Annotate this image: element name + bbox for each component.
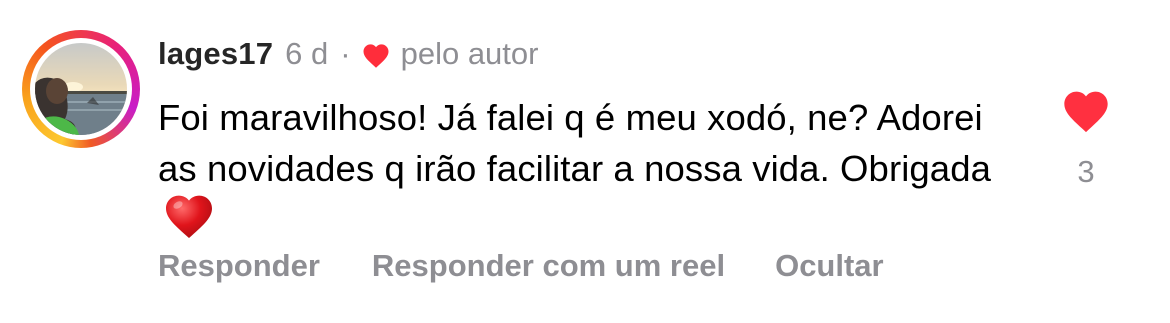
heart-filled-icon[interactable]	[1060, 86, 1112, 134]
comment-actions: Responder Responder com um reel Ocultar	[158, 248, 884, 284]
like-count[interactable]: 3	[1058, 154, 1114, 190]
separator-dot: ·	[340, 36, 351, 71]
reply-button[interactable]: Responder	[158, 248, 320, 284]
hide-button[interactable]: Ocultar	[775, 248, 884, 284]
comment-text: Foi maravilhoso! Já falei q é meu xodó, …	[158, 92, 1018, 246]
reply-with-reel-button[interactable]: Responder com um reel	[372, 248, 725, 284]
like-column: 3	[1058, 86, 1114, 190]
liked-by-author-label: pelo autor	[400, 36, 539, 71]
comment-item: lages17 6 d · pelo autor Foi maravilhoso…	[0, 0, 1170, 323]
comment-text-content: Foi maravilhoso! Já falei q é meu xodó, …	[158, 97, 992, 189]
username[interactable]: lages17	[158, 36, 273, 72]
red-heart-emoji	[164, 194, 214, 240]
comment-header: lages17 6 d · pelo autor	[158, 34, 538, 74]
heart-icon	[361, 41, 391, 69]
avatar-story-ring[interactable]	[22, 30, 140, 148]
timestamp: 6 d	[285, 36, 329, 71]
avatar[interactable]	[35, 43, 127, 135]
